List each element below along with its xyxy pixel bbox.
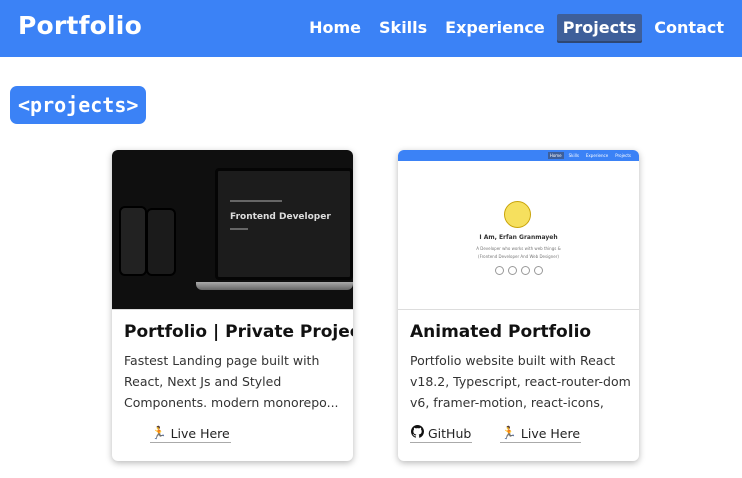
mockup-line bbox=[230, 200, 282, 202]
mini-social-icons bbox=[495, 266, 543, 275]
laptop-base bbox=[196, 282, 353, 290]
mini-subtitle: (Frontend Developer And Web Designer) bbox=[478, 254, 559, 259]
mini-name: I Am, Erfan Granmayeh bbox=[479, 234, 558, 241]
project-links: 🏃 Live Here bbox=[150, 425, 231, 443]
social-icon bbox=[508, 266, 517, 275]
project-thumbnail: Home Skills Experience Projects I Am, Er… bbox=[398, 150, 639, 310]
nav-experience[interactable]: Experience bbox=[439, 14, 551, 43]
project-description: Portfolio website built with React v18.2… bbox=[410, 353, 631, 410]
nav-contact[interactable]: Contact bbox=[648, 14, 730, 43]
phone-mockup bbox=[146, 208, 176, 276]
brand-logo[interactable]: Portfolio bbox=[18, 11, 142, 40]
runner-icon: 🏃 bbox=[151, 425, 167, 440]
github-link[interactable]: GitHub bbox=[410, 425, 473, 443]
emoji-avatar-icon bbox=[504, 201, 531, 228]
project-card: Frontend Developer Portfolio | Private P… bbox=[112, 150, 353, 461]
phone-mockup bbox=[119, 206, 147, 276]
github-link-label: GitHub bbox=[428, 425, 472, 441]
mockup-title: Frontend Developer bbox=[230, 212, 331, 222]
nav-home[interactable]: Home bbox=[303, 14, 367, 43]
mini-nav-item: Projects bbox=[615, 153, 631, 158]
mockup-line bbox=[230, 228, 248, 230]
mini-navbar: Home Skills Experience Projects bbox=[398, 150, 639, 161]
project-thumbnail: Frontend Developer bbox=[112, 150, 353, 310]
live-link[interactable]: 🏃 Live Here bbox=[500, 425, 582, 443]
live-link-label: Live Here bbox=[520, 425, 581, 441]
mini-nav-item: Experience bbox=[585, 153, 609, 158]
project-description: Fastest Landing page built with React, N… bbox=[124, 353, 339, 410]
live-link-label: Live Here bbox=[170, 425, 230, 441]
github-icon bbox=[411, 425, 425, 441]
mini-subtitle: A Developer who works with web things & bbox=[476, 246, 561, 251]
mini-nav-item: Home bbox=[547, 152, 564, 159]
nav-skills[interactable]: Skills bbox=[373, 14, 433, 43]
mini-nav-item: Skills bbox=[568, 153, 579, 158]
project-title: Portfolio | Private Project bbox=[124, 322, 353, 342]
project-title: Animated Portfolio bbox=[410, 322, 592, 342]
laptop-mockup bbox=[215, 168, 353, 280]
social-icon bbox=[521, 266, 530, 275]
section-heading: <projects> bbox=[10, 86, 147, 124]
main-nav: Home Skills Experience Projects Contact bbox=[303, 14, 730, 43]
top-navbar: Portfolio Home Skills Experience Project… bbox=[0, 0, 742, 57]
live-link[interactable]: 🏃 Live Here bbox=[150, 425, 231, 443]
social-icon bbox=[495, 266, 504, 275]
project-links: GitHub 🏃 Live Here bbox=[410, 425, 582, 443]
project-card: Home Skills Experience Projects I Am, Er… bbox=[398, 150, 639, 461]
nav-projects[interactable]: Projects bbox=[556, 14, 643, 43]
social-icon bbox=[534, 266, 543, 275]
runner-icon: 🏃 bbox=[501, 425, 517, 440]
